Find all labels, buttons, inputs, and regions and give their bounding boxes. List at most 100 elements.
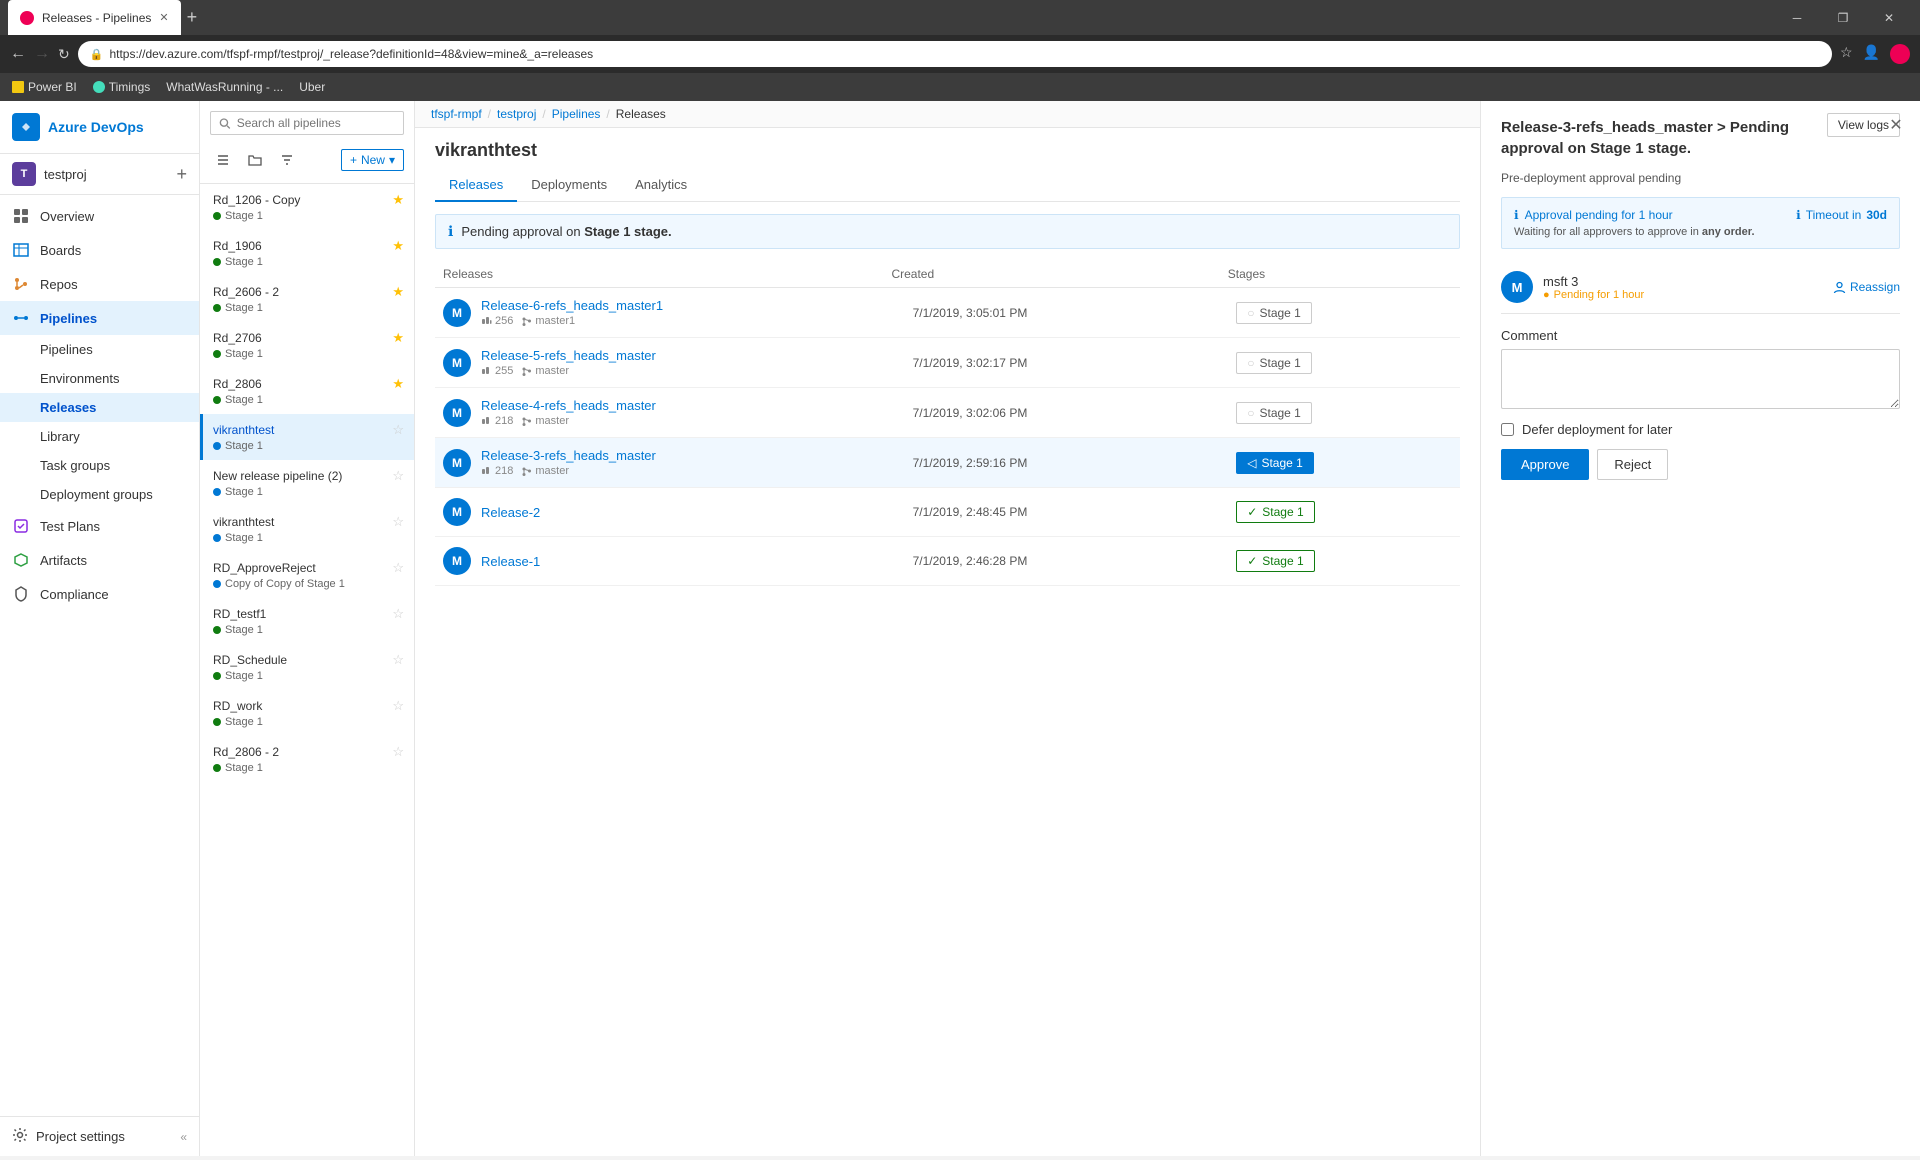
win-minimize-btn[interactable]: ─	[1774, 0, 1820, 35]
pipeline-item-10[interactable]: RD_Schedule ☆ Stage 1	[200, 644, 414, 690]
pipeline-item-11[interactable]: RD_work ☆ Stage 1	[200, 690, 414, 736]
sidebar-sub-pipelines[interactable]: Pipelines	[0, 335, 199, 364]
star-icon-12[interactable]: ☆	[392, 744, 404, 760]
sidebar-sub-releases[interactable]: Releases	[0, 393, 199, 422]
sidebar-sub-environments[interactable]: Environments	[0, 364, 199, 393]
sidebar-item-artifacts[interactable]: Artifacts	[0, 543, 199, 577]
star-icon-10[interactable]: ☆	[392, 652, 404, 668]
org-name[interactable]: Azure DevOps	[48, 119, 144, 135]
stage-badge-3[interactable]: ◁ Stage 1	[1236, 452, 1314, 474]
release-stage-5[interactable]: ✓ Stage 1	[1236, 550, 1452, 572]
filter-btn[interactable]	[274, 147, 300, 173]
star-icon-2[interactable]: ★	[392, 284, 404, 300]
sidebar-item-compliance[interactable]: Compliance	[0, 577, 199, 611]
defer-checkbox[interactable]	[1501, 423, 1514, 436]
bookmark-uber[interactable]: Uber	[299, 80, 325, 94]
breadcrumb-project[interactable]: testproj	[497, 107, 536, 121]
pipeline-item-8[interactable]: RD_ApproveReject ☆ Copy of Copy of Stage…	[200, 552, 414, 598]
profile-icon[interactable]	[1890, 44, 1910, 64]
new-tab-icon[interactable]: +	[187, 7, 198, 28]
release-name-3[interactable]: Release-3-refs_heads_master	[481, 448, 913, 463]
defer-checkbox-label[interactable]: Defer deployment for later	[1501, 422, 1900, 437]
sidebar-sub-deployment-groups[interactable]: Deployment groups	[0, 480, 199, 509]
win-restore-btn[interactable]: ❐	[1820, 0, 1866, 35]
add-project-icon[interactable]: +	[176, 165, 187, 183]
approve-btn[interactable]: Approve	[1501, 449, 1589, 480]
pipeline-item-4[interactable]: Rd_2806 ★ Stage 1	[200, 368, 414, 414]
sidebar-item-overview[interactable]: Overview	[0, 199, 199, 233]
browser-tab[interactable]: Releases - Pipelines ✕	[8, 0, 181, 35]
pipeline-item-3[interactable]: Rd_2706 ★ Stage 1	[200, 322, 414, 368]
star-icon-8[interactable]: ☆	[392, 560, 404, 576]
release-name-1[interactable]: Release-5-refs_heads_master	[481, 348, 913, 363]
star-icon-11[interactable]: ☆	[392, 698, 404, 714]
pipeline-item-9[interactable]: RD_testf1 ☆ Stage 1	[200, 598, 414, 644]
star-icon-0[interactable]: ★	[392, 192, 404, 208]
comment-textarea[interactable]	[1501, 349, 1900, 409]
release-stage-2[interactable]: ○ Stage 1	[1236, 402, 1452, 424]
breadcrumb-org[interactable]: tfspf-rmpf	[431, 107, 482, 121]
sidebar-project[interactable]: T testproj +	[0, 154, 199, 195]
win-close-btn[interactable]: ✕	[1866, 0, 1912, 35]
star-icon-9[interactable]: ☆	[392, 606, 404, 622]
tab-releases[interactable]: Releases	[435, 169, 517, 202]
new-pipeline-btn[interactable]: + New ▾	[341, 149, 404, 171]
search-input[interactable]	[237, 116, 395, 130]
approval-info-subtitle: Waiting for all approvers to approve in …	[1514, 226, 1755, 238]
table-row: M Release-5-refs_heads_master 255 master	[435, 338, 1460, 388]
search-box[interactable]	[210, 111, 404, 135]
sidebar-collapse-icon[interactable]: «	[180, 1130, 187, 1144]
nav-refresh-btn[interactable]: ↻	[58, 46, 70, 63]
release-stage-1[interactable]: ○ Stage 1	[1236, 352, 1452, 374]
sidebar-item-boards[interactable]: Boards	[0, 233, 199, 267]
star-icon-3[interactable]: ★	[392, 330, 404, 346]
stage-badge-0[interactable]: ○ Stage 1	[1236, 302, 1312, 324]
folder-view-btn[interactable]	[242, 147, 268, 173]
reject-btn[interactable]: Reject	[1597, 449, 1668, 480]
stage-badge-1[interactable]: ○ Stage 1	[1236, 352, 1312, 374]
stage-badge-2[interactable]: ○ Stage 1	[1236, 402, 1312, 424]
pipeline-item-6[interactable]: New release pipeline (2) ☆ Stage 1	[200, 460, 414, 506]
tab-close-icon[interactable]: ✕	[159, 11, 168, 24]
bookmark-timings[interactable]: Timings	[93, 80, 151, 94]
release-name-5[interactable]: Release-1	[481, 554, 913, 569]
right-panel-close-btn[interactable]: ✕	[1884, 113, 1908, 137]
reassign-btn[interactable]: Reassign	[1833, 280, 1900, 294]
star-icon-6[interactable]: ☆	[392, 468, 404, 484]
star-icon-1[interactable]: ★	[392, 238, 404, 254]
pipeline-item-1[interactable]: Rd_1906 ★ Stage 1	[200, 230, 414, 276]
star-page-icon[interactable]: ☆	[1840, 44, 1853, 64]
sidebar-sub-task-groups[interactable]: Task groups	[0, 451, 199, 480]
bookmark-powerbi[interactable]: Power BI	[12, 80, 77, 94]
stage-badge-4[interactable]: ✓ Stage 1	[1236, 501, 1314, 523]
nav-back-btn[interactable]: ←	[10, 45, 26, 63]
stage-badge-5[interactable]: ✓ Stage 1	[1236, 550, 1314, 572]
release-stage-0[interactable]: ○ Stage 1	[1236, 302, 1452, 324]
sidebar-item-repos[interactable]: Repos	[0, 267, 199, 301]
pipeline-item-7[interactable]: vikranthtest ☆ Stage 1	[200, 506, 414, 552]
star-icon-7[interactable]: ☆	[392, 514, 404, 530]
pipeline-item-2[interactable]: Rd_2606 - 2 ★ Stage 1	[200, 276, 414, 322]
sidebar-item-test-plans[interactable]: Test Plans	[0, 509, 199, 543]
list-view-btn[interactable]	[210, 147, 236, 173]
content-header: vikranthtest Releases Deployments Analyt…	[415, 128, 1480, 202]
release-stage-4[interactable]: ✓ Stage 1	[1236, 501, 1452, 523]
bookmark-whatwasrunning[interactable]: WhatWasRunning - ...	[166, 80, 283, 94]
release-stage-3[interactable]: ◁ Stage 1	[1236, 452, 1452, 474]
release-name-2[interactable]: Release-4-refs_heads_master	[481, 398, 913, 413]
star-icon-5[interactable]: ☆	[392, 422, 404, 438]
pipeline-item-0[interactable]: Rd_1206 - Copy ★ Stage 1	[200, 184, 414, 230]
breadcrumb-pipelines[interactable]: Pipelines	[552, 107, 601, 121]
address-bar[interactable]: 🔒 https://dev.azure.com/tfspf-rmpf/testp…	[78, 41, 1832, 67]
star-icon-4[interactable]: ★	[392, 376, 404, 392]
sidebar-item-pipelines[interactable]: Pipelines	[0, 301, 199, 335]
tab-deployments[interactable]: Deployments	[517, 169, 621, 202]
release-name-4[interactable]: Release-2	[481, 505, 913, 520]
project-settings-link[interactable]: Project settings «	[0, 1116, 199, 1156]
pipeline-item-12[interactable]: Rd_2806 - 2 ☆ Stage 1	[200, 736, 414, 782]
sidebar-sub-library[interactable]: Library	[0, 422, 199, 451]
tab-analytics[interactable]: Analytics	[621, 169, 701, 202]
release-name-0[interactable]: Release-6-refs_heads_master1	[481, 298, 913, 313]
pipeline-item-5[interactable]: vikranthtest ☆ Stage 1	[200, 414, 414, 460]
nav-forward-btn[interactable]: →	[34, 45, 50, 63]
